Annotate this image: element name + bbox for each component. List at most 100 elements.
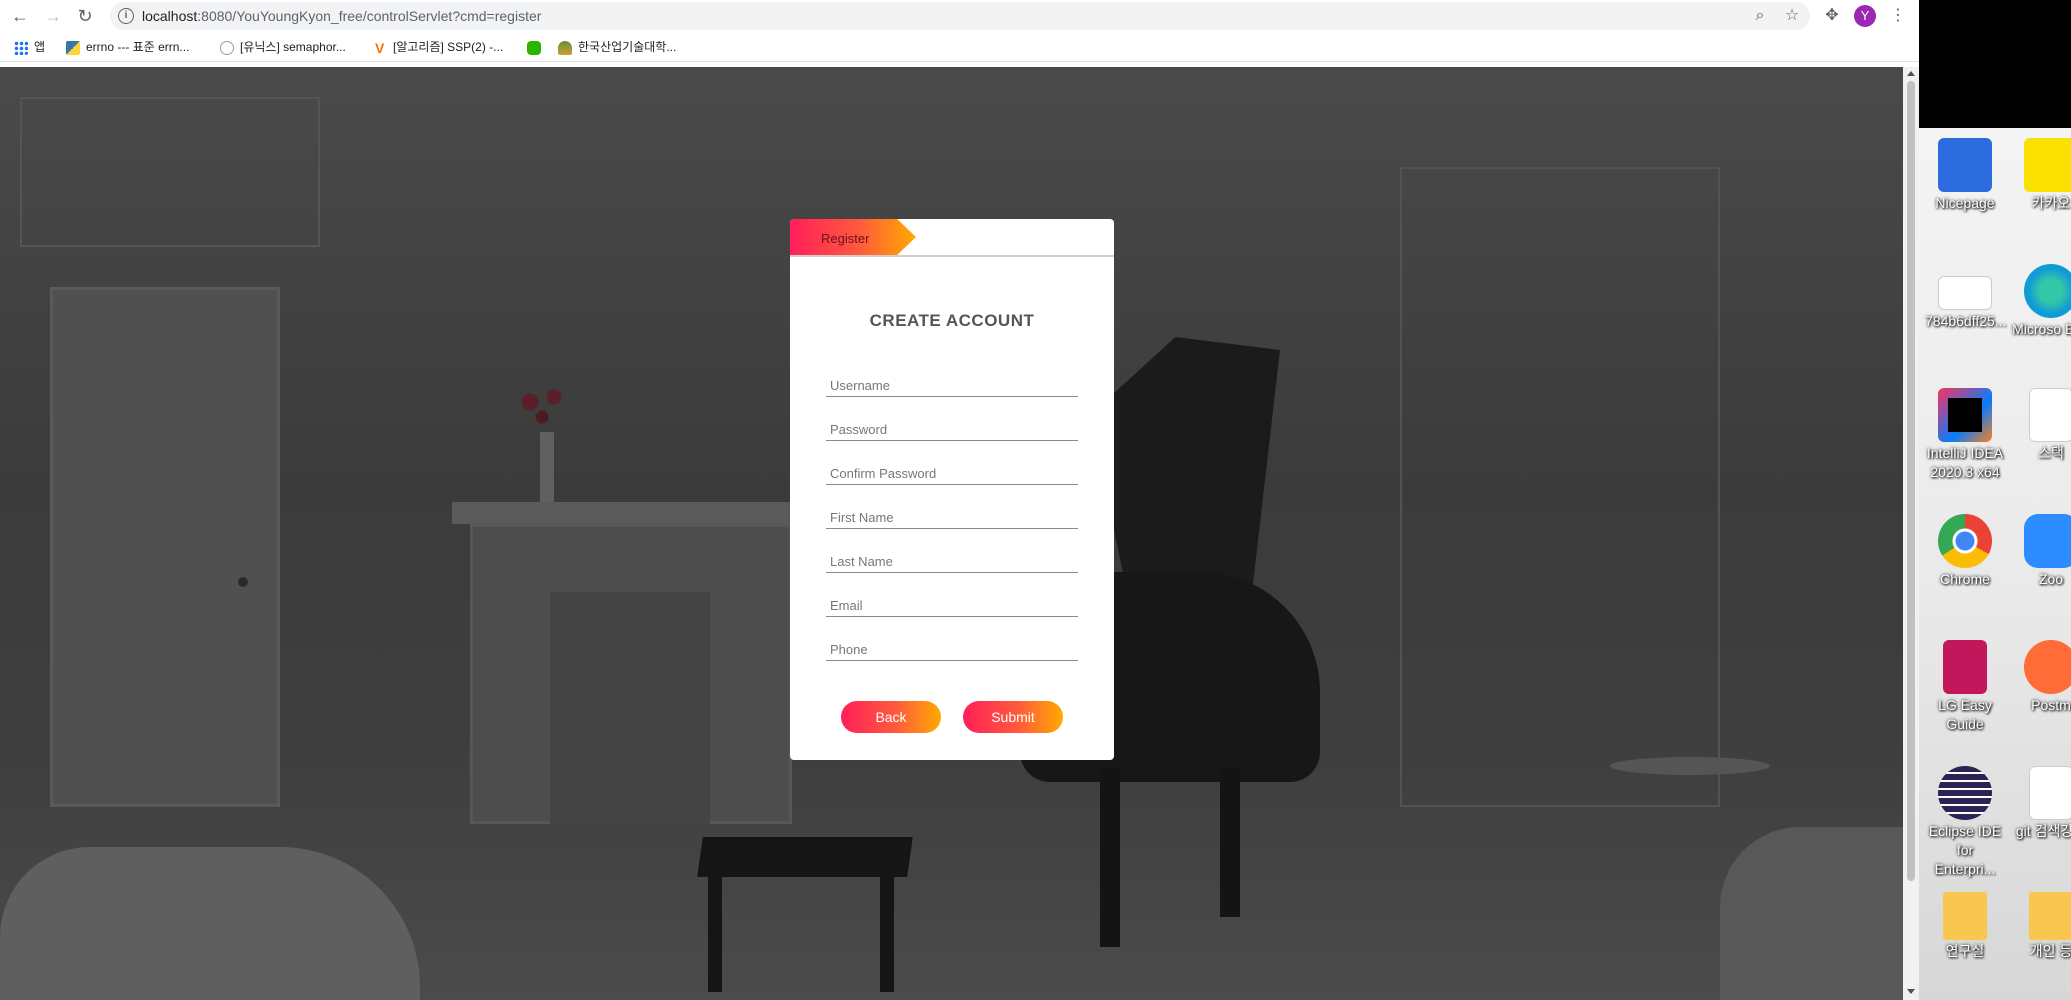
- piano-leg: [1220, 767, 1240, 917]
- bookmark-ssp[interactable]: V [알고리즘] SSP(2) -...: [375, 37, 503, 57]
- register-tab[interactable]: Register: [790, 219, 916, 255]
- address-bar[interactable]: i localhost:8080/YouYoungKyon_free/contr…: [110, 2, 1810, 30]
- desktop-icon-label: 개인 등: [2029, 943, 2071, 959]
- nicepage-icon: [1938, 138, 1992, 192]
- forward-arrow-icon[interactable]: →: [43, 6, 63, 26]
- file-icon: [2029, 388, 2071, 442]
- eclipse-icon: [1938, 766, 1992, 820]
- create-account-title: CREATE ACCOUNT: [869, 311, 1035, 330]
- register-tab-label: Register: [821, 231, 870, 246]
- url-text: localhost:8080/YouYoungKyon_free/control…: [142, 8, 541, 24]
- username-field: [826, 367, 1078, 397]
- bench-leg: [880, 872, 894, 992]
- page-scrollbar[interactable]: [1903, 67, 1919, 1000]
- bookmark-chat[interactable]: [527, 37, 547, 57]
- desktop-icon-label: 연구실: [1945, 943, 1985, 959]
- side-table: [1610, 757, 1770, 775]
- url-host: localhost: [142, 8, 198, 24]
- password-input[interactable]: [826, 411, 1078, 440]
- wall-panel: [1400, 167, 1720, 807]
- folder-icon: [2029, 892, 2071, 940]
- desktop-icon-personal-folder[interactable]: 개인 등: [2011, 892, 2071, 961]
- zoom-icon[interactable]: ⌕: [1750, 6, 1770, 26]
- piano-lid: [1090, 337, 1280, 597]
- bookmark-label: 한국산업기술대학...: [578, 40, 677, 54]
- swirl-icon: [220, 40, 234, 55]
- password-field: [826, 411, 1078, 441]
- bookmark-errno[interactable]: errno --- 표준 errn...: [66, 37, 189, 57]
- bookmark-semaphore[interactable]: [유닉스] semaphor...: [220, 37, 346, 57]
- intellij-idea-icon: [1938, 388, 1992, 442]
- desktop-icon-label: 784b6dff25...: [1925, 313, 2007, 329]
- postman-icon: [2024, 640, 2071, 694]
- first-name-input[interactable]: [826, 499, 1078, 528]
- url-path: :8080/YouYoungKyon_free/controlServlet?c…: [197, 8, 542, 24]
- scroll-up-arrow-icon[interactable]: [1907, 71, 1915, 76]
- username-input[interactable]: [826, 367, 1078, 396]
- bookmark-label: errno --- 표준 errn...: [86, 40, 190, 54]
- tab-divider: [790, 255, 1114, 257]
- back-button[interactable]: Back: [841, 701, 941, 733]
- desktop-icon-chrome[interactable]: Chrome: [1925, 514, 2005, 589]
- wall-panel: [20, 97, 320, 247]
- confirm-password-field: [826, 455, 1078, 485]
- email-field: [826, 587, 1078, 617]
- piano-leg: [1100, 767, 1120, 947]
- desktop-icon-postman[interactable]: Postm: [2011, 640, 2071, 715]
- browser-toolbar: ← → ↻ i localhost:8080/YouYoungKyon_free…: [0, 0, 1919, 32]
- zoom-icon: [2024, 514, 2071, 568]
- register-card: Register CREATE ACCOUNT Back Submit: [790, 219, 1114, 760]
- scroll-thumb[interactable]: [1907, 81, 1915, 881]
- desktop-icon-zoom[interactable]: Zoo: [2011, 514, 2071, 589]
- reload-icon[interactable]: ↻: [75, 6, 95, 26]
- door: [50, 287, 280, 807]
- chat-bubble-icon: [527, 40, 541, 55]
- menu-kebab-icon[interactable]: ⋮: [1888, 6, 1908, 26]
- desktop-icon-lg-easy-guide[interactable]: LG Easy Guide: [1925, 640, 2005, 734]
- extensions-puzzle-icon[interactable]: ✥: [1822, 6, 1842, 26]
- kakaotalk-icon: [2024, 138, 2071, 192]
- apps-grid-icon: [14, 40, 28, 55]
- vase: [540, 432, 554, 502]
- first-name-field: [826, 499, 1078, 529]
- back-arrow-icon[interactable]: ←: [10, 6, 30, 26]
- desktop-icon-nicepage[interactable]: Nicepage: [1925, 138, 2005, 213]
- bookmark-star-icon[interactable]: ☆: [1782, 6, 1802, 26]
- folder-icon: [1943, 892, 1987, 940]
- chrome-icon: [1938, 514, 1992, 568]
- desktop-icon-edge[interactable]: Microso Edg: [2011, 264, 2071, 339]
- bookmark-apps[interactable]: 앱: [14, 37, 45, 57]
- flowers: [512, 382, 572, 432]
- desktop-icon-research-folder[interactable]: 연구실: [1925, 892, 2005, 961]
- last-name-input[interactable]: [826, 543, 1078, 572]
- desktop-icon-stack-file[interactable]: 스택: [2011, 388, 2071, 463]
- desktop-icon-label: 카카오: [2031, 195, 2071, 211]
- desktop-icon-label: Postm: [2031, 697, 2071, 713]
- desktop-icon-kakaotalk[interactable]: 카카오: [2011, 138, 2071, 213]
- email-input[interactable]: [826, 587, 1078, 616]
- v-logo-icon: V: [375, 39, 385, 56]
- bookmark-label: 앱: [34, 40, 46, 54]
- lg-easy-guide-icon: [1943, 640, 1987, 694]
- door-knob: [238, 577, 248, 587]
- desktop-icon-git-file[interactable]: git 검색강의: [2011, 766, 2071, 841]
- desktop-icon-intellij[interactable]: IntelliJ IDEA 2020.3 x64: [1925, 388, 2005, 482]
- desktop-icon-label: IntelliJ IDEA 2020.3 x64: [1926, 445, 2004, 480]
- info-icon[interactable]: i: [118, 8, 134, 24]
- profile-avatar[interactable]: Y: [1854, 5, 1876, 27]
- edge-icon: [2024, 264, 2071, 318]
- image-file-icon: [1938, 276, 1992, 310]
- desktop-icon-label: git 검색강의: [2015, 823, 2071, 839]
- bookmarks-bar: 앱 errno --- 표준 errn... [유닉스] semaphor...…: [0, 32, 1919, 62]
- desktop-icon-label: Nicepage: [1935, 195, 1995, 211]
- desktop-icon-image-file[interactable]: 784b6dff25...: [1925, 264, 2007, 331]
- desktop-icon-eclipse[interactable]: Eclipse IDE for Enterpri...: [1925, 766, 2005, 879]
- desktop-icon-label: Zoo: [2038, 571, 2064, 587]
- phone-input[interactable]: [826, 631, 1078, 660]
- bookmark-kpu[interactable]: 한국산업기술대학...: [558, 37, 676, 57]
- submit-button[interactable]: Submit: [963, 701, 1063, 733]
- confirm-password-input[interactable]: [826, 455, 1078, 484]
- scroll-down-arrow-icon[interactable]: [1907, 989, 1915, 994]
- armchair: [0, 847, 420, 1000]
- desktop-icon-label: 스택: [2038, 445, 2064, 461]
